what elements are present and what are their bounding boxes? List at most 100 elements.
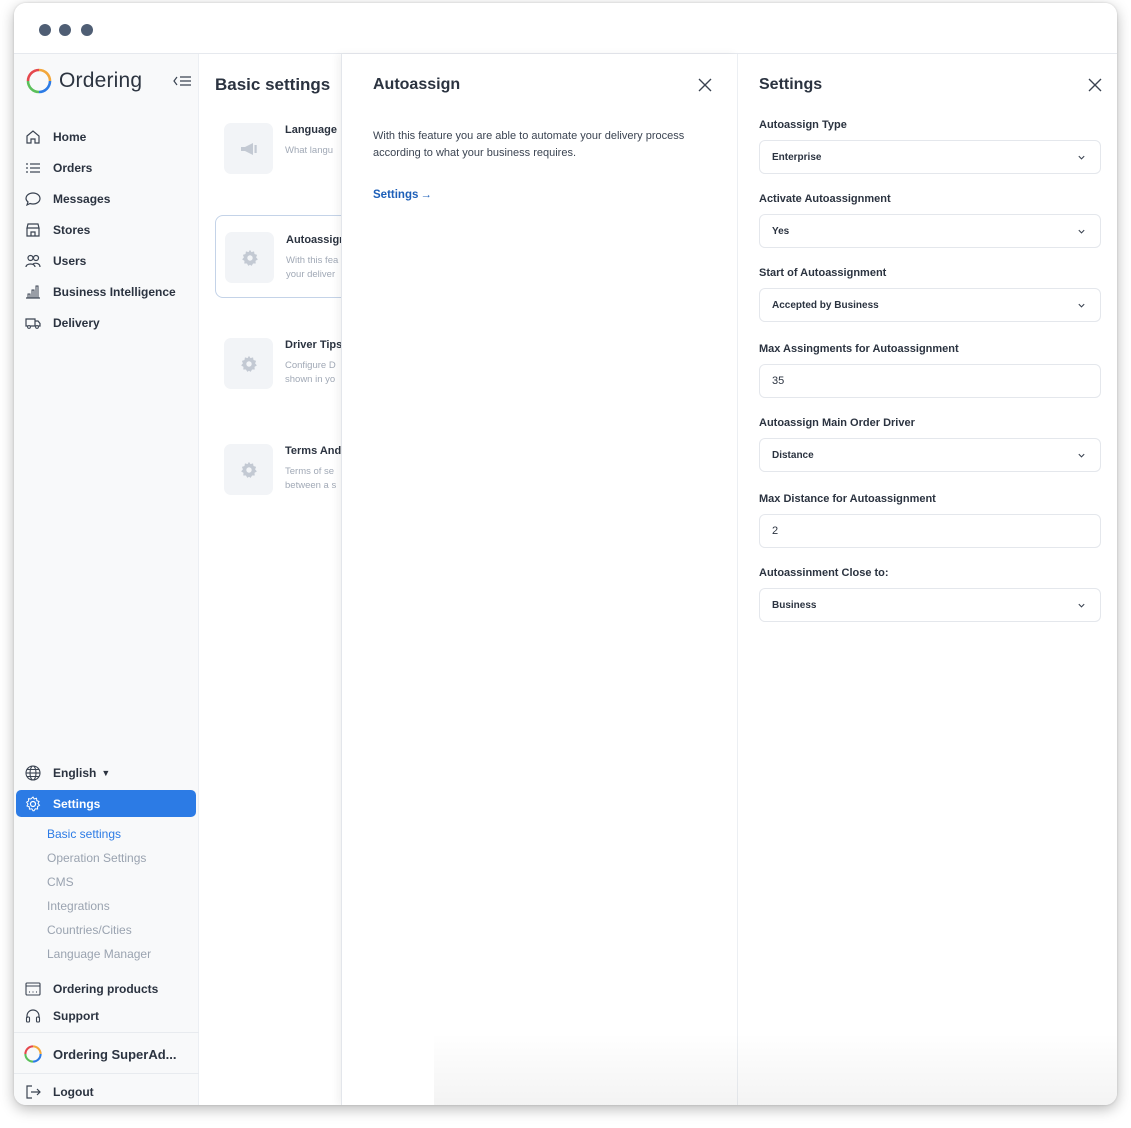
- activate-autoassignment-label: Activate Autoassignment: [759, 193, 891, 205]
- card-description: With this fea your deliver: [286, 255, 339, 280]
- main-order-driver-label: Autoassign Main Order Driver: [759, 417, 915, 429]
- settings-title: Settings: [759, 76, 823, 93]
- activate-autoassignment-select[interactable]: Yes: [759, 214, 1101, 248]
- logout-button[interactable]: Logout: [24, 1078, 194, 1105]
- nav-support-label: Support: [53, 1009, 99, 1023]
- nav-stores-label: Stores: [53, 223, 91, 237]
- max-distance-label: Max Distance for Autoassignment: [759, 493, 936, 505]
- language-selector[interactable]: English ▼: [24, 759, 194, 787]
- max-assignments-label: Max Assingments for Autoassignment: [759, 343, 959, 355]
- subnav-basic-settings[interactable]: Basic settings: [47, 827, 121, 841]
- caret-down-icon: ▼: [101, 768, 111, 778]
- nav-users-label: Users: [53, 254, 87, 268]
- nav-messages[interactable]: Messages: [24, 185, 194, 213]
- chevron-down-icon: [1078, 303, 1085, 308]
- max-distance-input[interactable]: [772, 525, 1072, 537]
- autoassign-settings-link[interactable]: Settings →: [373, 189, 432, 201]
- start-of-autoassignment-label: Start of Autoassignment: [759, 267, 887, 279]
- account-menu[interactable]: Ordering SuperAd...: [24, 1040, 194, 1068]
- autoassign-type-select[interactable]: Enterprise: [759, 140, 1101, 174]
- nav-home[interactable]: Home: [24, 123, 194, 151]
- settings-card-terms[interactable]: Terms And Terms of se between a s: [215, 435, 341, 518]
- globe-icon: [24, 764, 42, 782]
- window-dot-minimize[interactable]: [59, 24, 71, 36]
- activate-autoassignment-value: Yes: [772, 225, 790, 237]
- collapse-menu-icon: [173, 76, 191, 86]
- nav-business-intelligence-label: Business Intelligence: [53, 285, 176, 299]
- max-distance-field[interactable]: [759, 514, 1101, 548]
- settings-card-driver-tips[interactable]: Driver Tips Configure D shown in yo: [215, 329, 341, 412]
- window-titlebar: [14, 3, 1117, 54]
- nav-delivery-label: Delivery: [53, 316, 100, 330]
- page-title: Basic settings: [215, 75, 331, 94]
- bar-chart-icon: [24, 283, 42, 301]
- chevron-down-icon: [1078, 453, 1085, 458]
- autoassign-description: With this feature you are able to automa…: [373, 130, 685, 159]
- settings-card-language[interactable]: Language What langu: [215, 114, 341, 197]
- nav-home-label: Home: [53, 130, 87, 144]
- card-title: Terms And: [285, 445, 341, 457]
- autoassign-type-value: Enterprise: [772, 151, 822, 163]
- subnav-language-manager[interactable]: Language Manager: [47, 947, 151, 961]
- gear-icon: [225, 232, 274, 283]
- card-title: Autoassign: [286, 234, 341, 246]
- subnav-countries-cities[interactable]: Countries/Cities: [47, 923, 132, 937]
- close-to-label: Autoassinment Close to:: [759, 567, 889, 579]
- app-window: Ordering Home Orders Messages Stores Use…: [14, 3, 1117, 1105]
- logout-icon: [24, 1083, 42, 1101]
- store-icon: [24, 221, 42, 239]
- nav-users[interactable]: Users: [24, 247, 194, 275]
- brand-logo[interactable]: Ordering: [26, 66, 142, 96]
- max-assignments-input[interactable]: [772, 375, 1072, 387]
- main-order-driver-value: Distance: [772, 449, 814, 461]
- card-description: Configure D shown in yo: [285, 360, 336, 385]
- sidebar-divider: [14, 1032, 199, 1033]
- autoassign-type-label: Autoassign Type: [759, 119, 847, 131]
- sidebar: Ordering Home Orders Messages Stores Use…: [14, 54, 199, 1105]
- gear-icon: [24, 795, 42, 813]
- chat-icon: [24, 190, 42, 208]
- nav-delivery[interactable]: Delivery: [24, 309, 194, 337]
- max-assignments-field[interactable]: [759, 364, 1101, 398]
- main-order-driver-select[interactable]: Distance: [759, 438, 1101, 472]
- home-icon: [24, 128, 42, 146]
- basic-settings-list: Basic settings Language What langu Autoa…: [200, 54, 341, 1105]
- nav-support[interactable]: Support: [24, 1002, 194, 1030]
- nav-business-intelligence[interactable]: Business Intelligence: [24, 278, 194, 306]
- window-dot-close[interactable]: [39, 24, 51, 36]
- gear-icon: [224, 338, 273, 389]
- window-dot-maximize[interactable]: [81, 24, 93, 36]
- settings-card-autoassign[interactable]: Autoassign With this fea your deliver: [215, 215, 341, 298]
- close-to-select[interactable]: Business: [759, 588, 1101, 622]
- language-label: English: [53, 766, 97, 780]
- card-description: What langu: [285, 145, 334, 156]
- sidebar-divider-bottom: [14, 1073, 199, 1074]
- close-icon: [698, 78, 712, 92]
- nav-settings[interactable]: Settings: [16, 790, 196, 817]
- nav-ordering-products[interactable]: Ordering products: [24, 975, 194, 1003]
- subnav-integrations[interactable]: Integrations: [47, 899, 110, 913]
- ordering-logo-icon: [26, 68, 52, 94]
- card-description: Terms of se between a s: [285, 466, 337, 491]
- nav-orders[interactable]: Orders: [24, 154, 194, 182]
- autoassign-title: Autoassign: [373, 76, 461, 93]
- nav-ordering-products-label: Ordering products: [53, 982, 159, 996]
- close-to-value: Business: [772, 599, 817, 611]
- headset-icon: [24, 1007, 42, 1025]
- logout-label: Logout: [53, 1085, 94, 1099]
- chevron-down-icon: [1078, 229, 1085, 234]
- brand-name: Ordering: [59, 69, 143, 92]
- close-autoassign-button[interactable]: [698, 78, 712, 92]
- nav-stores[interactable]: Stores: [24, 216, 194, 244]
- close-settings-button[interactable]: [1088, 78, 1102, 92]
- subnav-cms[interactable]: CMS: [47, 875, 74, 889]
- start-of-autoassignment-select[interactable]: Accepted by Business: [759, 288, 1101, 322]
- start-of-autoassignment-value: Accepted by Business: [772, 299, 879, 311]
- account-avatar-icon: [24, 1045, 42, 1063]
- chevron-down-icon: [1078, 155, 1085, 160]
- subnav-operation-settings[interactable]: Operation Settings: [47, 851, 146, 865]
- nav-settings-label: Settings: [53, 796, 101, 811]
- products-icon: [24, 980, 42, 998]
- collapse-sidebar-button[interactable]: [171, 72, 193, 90]
- list-icon: [24, 159, 42, 177]
